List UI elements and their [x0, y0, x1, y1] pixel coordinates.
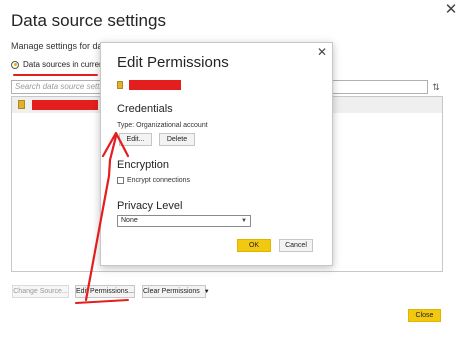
- credentials-type: Type: Organizational account: [117, 122, 208, 129]
- edit-permissions-button[interactable]: Edit Permissions...: [75, 285, 135, 298]
- cancel-button[interactable]: Cancel: [279, 239, 313, 252]
- edit-permissions-dialog: ✕ Edit Permissions Credentials Type: Org…: [100, 42, 333, 266]
- dialog-title: Data source settings: [11, 11, 166, 30]
- edit-credentials-button[interactable]: Edit...: [119, 133, 152, 146]
- encrypt-connections-checkbox[interactable]: Encrypt connections: [117, 177, 190, 184]
- chevron-down-icon: ▼: [241, 218, 247, 224]
- clear-permissions-label: Clear Permissions: [143, 288, 200, 295]
- encrypt-connections-label: Encrypt connections: [127, 177, 191, 184]
- redacted-source-name: [129, 80, 181, 90]
- privacy-level-heading: Privacy Level: [117, 200, 183, 212]
- close-icon[interactable]: ✕: [315, 45, 329, 59]
- radio-selected-icon[interactable]: [11, 60, 19, 69]
- encryption-heading: Encryption: [117, 159, 169, 171]
- change-source-button[interactable]: Change Source...: [12, 285, 69, 298]
- document-icon: [117, 81, 123, 89]
- redacted-source-name: [32, 100, 98, 110]
- radio-current-file[interactable]: Data sources in current fil: [11, 60, 114, 69]
- privacy-level-select[interactable]: None ▼: [117, 215, 251, 227]
- sort-icon[interactable]: ⇅: [430, 80, 442, 94]
- ok-button[interactable]: OK: [237, 239, 271, 252]
- checkbox-icon[interactable]: [117, 177, 124, 184]
- document-icon: [18, 100, 25, 109]
- close-button[interactable]: Close: [408, 309, 441, 322]
- clear-permissions-button[interactable]: Clear Permissions ▼: [142, 285, 210, 298]
- close-icon[interactable]: ✕: [440, 2, 462, 18]
- dialog-title: Edit Permissions: [117, 54, 229, 71]
- chevron-down-icon: ▼: [203, 289, 210, 295]
- credentials-heading: Credentials: [117, 103, 173, 115]
- delete-credentials-button[interactable]: Delete: [159, 133, 195, 146]
- privacy-level-value: None: [121, 217, 138, 224]
